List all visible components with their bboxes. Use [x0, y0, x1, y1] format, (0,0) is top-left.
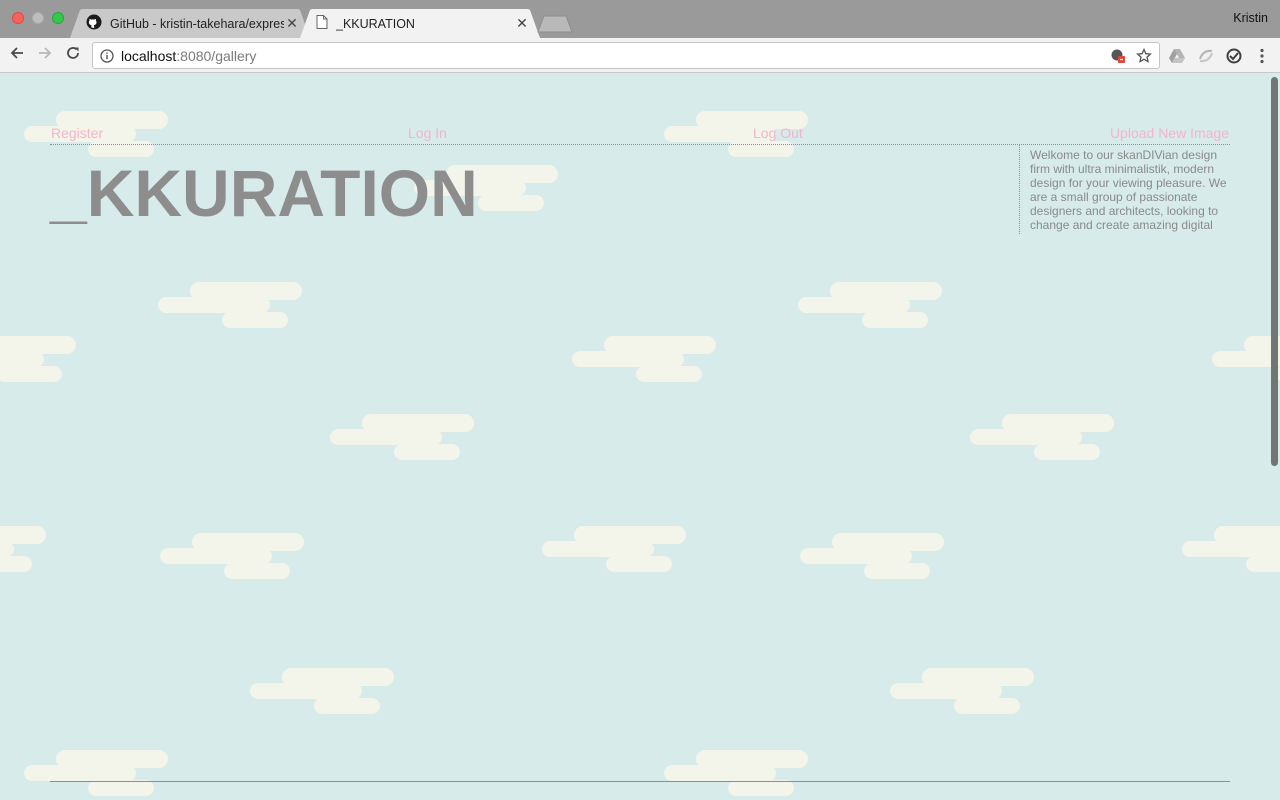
minimize-window-button[interactable] — [32, 12, 44, 24]
back-arrow-icon — [9, 45, 25, 66]
bookmark-star-icon[interactable] — [1133, 45, 1155, 67]
profile-name[interactable]: Kristin — [1233, 11, 1268, 25]
tab-title: _KKURATION — [336, 16, 415, 31]
url-text[interactable]: localhost:8080/gallery — [121, 48, 1107, 64]
close-icon[interactable]: ✕ — [284, 15, 300, 32]
intro-sidebar: Welkome to our skanDIVian design firm wi… — [1019, 144, 1230, 234]
site-title: _KKURATION — [50, 156, 478, 230]
tab-title: GitHub - kristin-takehara/express-galler… — [110, 16, 284, 31]
new-tab-button[interactable] — [536, 15, 574, 33]
browser-tab-github[interactable]: GitHub - kristin-takehara/express-galler… — [70, 9, 310, 38]
close-window-button[interactable] — [12, 12, 24, 24]
url-host: localhost — [121, 47, 177, 64]
register-link[interactable]: Register — [51, 125, 103, 141]
refresh-extension-icon[interactable] — [1224, 46, 1244, 66]
browser-toolbar: localhost:8080/gallery — [0, 38, 1280, 73]
footer-divider — [50, 781, 1230, 782]
url-path: :8080/gallery — [176, 47, 257, 64]
reload-icon — [65, 45, 81, 66]
back-button[interactable] — [6, 45, 28, 65]
upload-new-image-link[interactable]: Upload New Image — [1110, 125, 1229, 141]
scrollbar-thumb[interactable] — [1271, 77, 1278, 466]
info-icon[interactable] — [99, 48, 115, 64]
translate-icon[interactable] — [1107, 45, 1129, 67]
reload-button[interactable] — [62, 45, 84, 65]
address-bar[interactable]: localhost:8080/gallery — [92, 42, 1160, 69]
page-scrollbar[interactable] — [1268, 73, 1280, 800]
page-viewport: Register Log In Log Out Upload New Image… — [0, 73, 1280, 800]
github-icon — [86, 14, 102, 33]
site-nav: Register Log In Log Out Upload New Image — [50, 124, 1230, 145]
logout-link[interactable]: Log Out — [753, 125, 803, 141]
browser-titlebar: GitHub - kristin-takehara/express-galler… — [0, 0, 1280, 38]
intro-text: Welkome to our skanDIVian design firm wi… — [1030, 148, 1227, 232]
menu-kebab-icon[interactable] — [1252, 46, 1272, 66]
page-icon — [316, 15, 328, 32]
browser-tab-kkuration[interactable]: _KKURATION ✕ — [300, 9, 540, 38]
drive-extension-icon[interactable] — [1167, 46, 1187, 66]
close-icon[interactable]: ✕ — [514, 15, 530, 32]
forward-button[interactable] — [34, 45, 56, 65]
maximize-window-button[interactable] — [52, 12, 64, 24]
forward-arrow-icon — [37, 45, 53, 66]
login-link[interactable]: Log In — [408, 125, 447, 141]
sync-extension-icon[interactable] — [1196, 46, 1216, 66]
